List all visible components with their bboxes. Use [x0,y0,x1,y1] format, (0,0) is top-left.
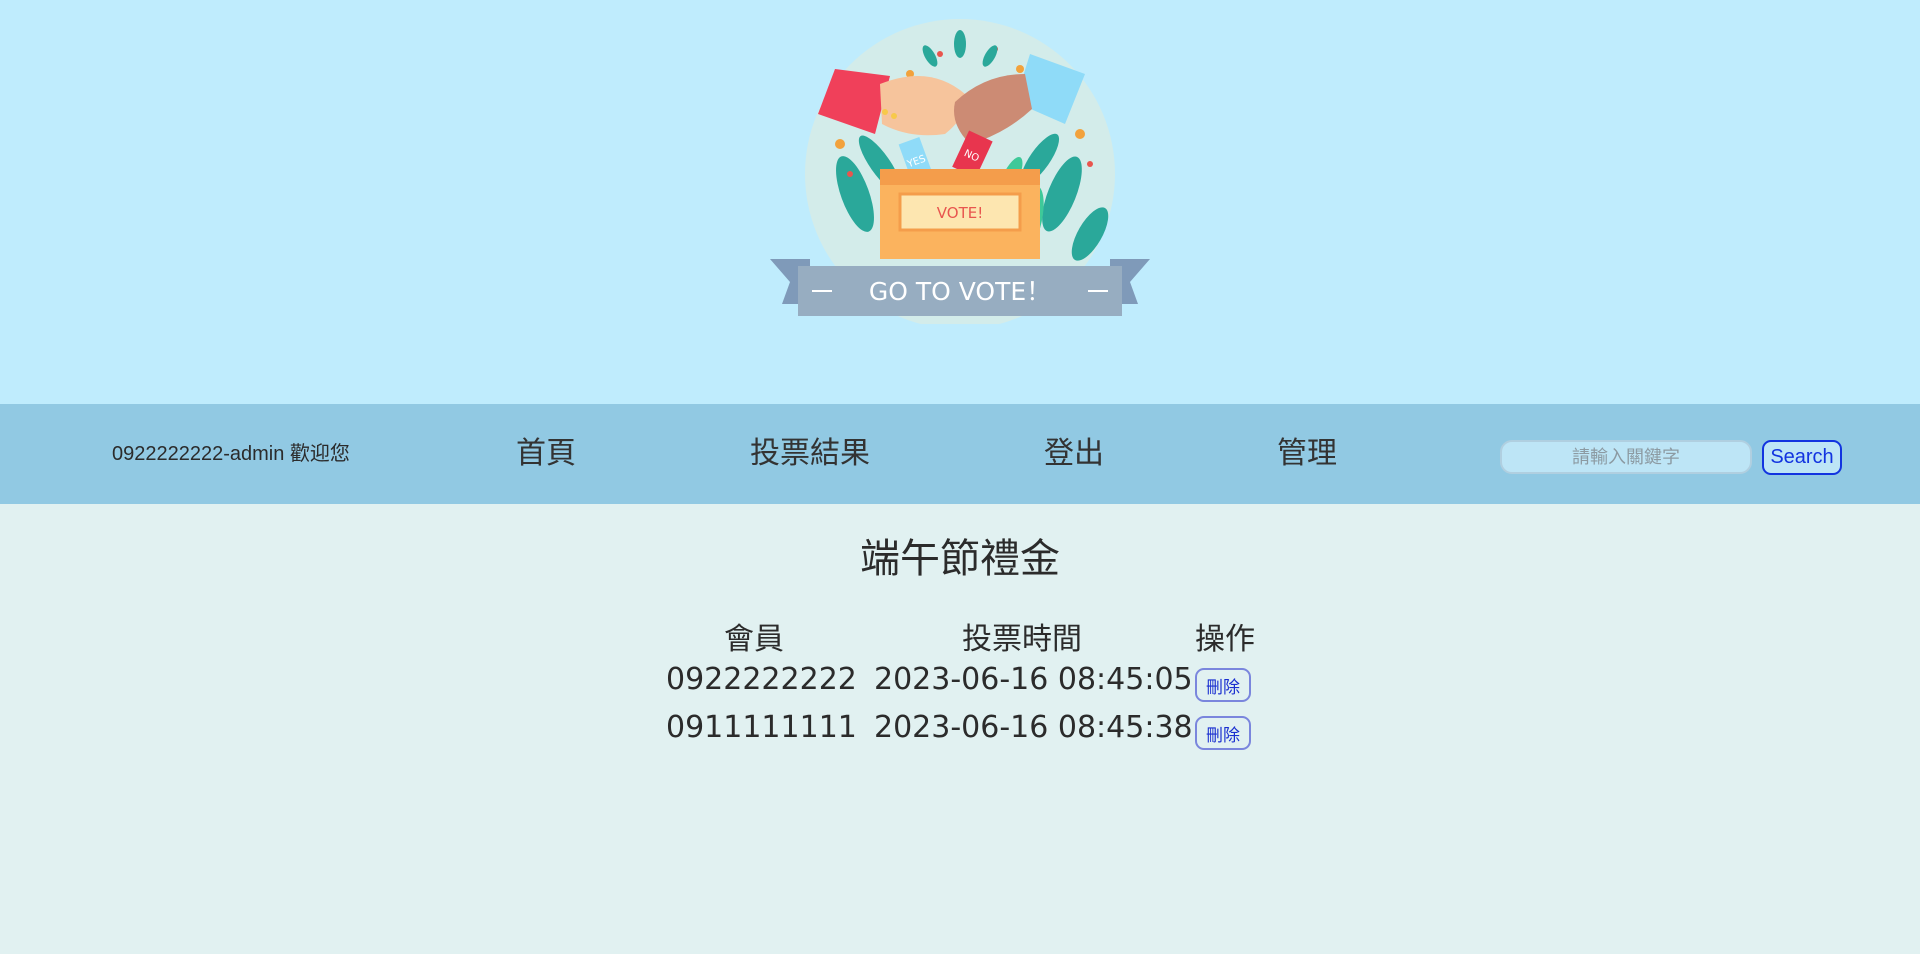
page-header: YES NO VOTE! GO TO VOTE！ [0,0,1920,404]
search-button[interactable]: Search [1762,440,1842,475]
row-member: 0922222222 [666,662,857,697]
table-header-time: 投票時間 [962,622,1082,657]
row-vote-time: 2023-06-16 08:45:38 [874,710,1193,745]
nav-bar: 0922222222-admin 歡迎您 首頁 投票結果 登出 管理 Searc… [0,404,1920,504]
welcome-text: 0922222222-admin 歡迎您 [112,443,350,465]
go-to-vote-logo: YES NO VOTE! GO TO VOTE！ [770,19,1150,324]
nav-link-logout[interactable]: 登出 [1044,404,1104,504]
delete-button[interactable]: 刪除 [1195,716,1251,750]
search-input[interactable] [1500,440,1752,474]
row-vote-time: 2023-06-16 08:45:05 [874,662,1193,697]
nav-link-vote-results[interactable]: 投票結果 [750,404,870,504]
delete-button[interactable]: 刪除 [1195,668,1251,702]
nav-link-home[interactable]: 首頁 [516,404,576,504]
main-content: 端午節禮金 會員 投票時間 操作 0922222222 2023-06-16 0… [0,504,1920,954]
nav-link-admin[interactable]: 管理 [1277,404,1337,504]
ballot-box-label: VOTE! [937,204,983,222]
table-header-member: 會員 [724,622,784,657]
page-title: 端午節禮金 [860,536,1060,582]
row-member: 0911111111 [666,710,857,745]
banner-text: GO TO VOTE！ [869,277,1051,306]
table-header-action: 操作 [1195,622,1255,657]
